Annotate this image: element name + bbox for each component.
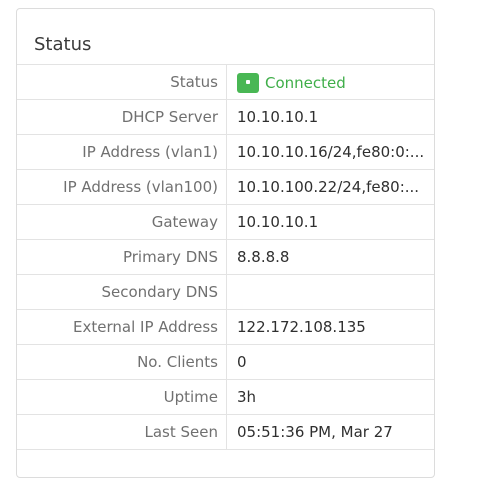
no-clients-value: 0: [237, 353, 247, 371]
secondary-dns-label: Secondary DNS: [101, 283, 219, 301]
uptime-label: Uptime: [163, 388, 218, 406]
primary-dns-row: Primary DNS 8.8.8.8: [17, 240, 434, 275]
status-text: Connected: [265, 73, 346, 92]
dhcp-server-value: 10.10.10.1: [237, 108, 319, 126]
panel-header: Status: [17, 9, 434, 65]
column-divider: [226, 100, 227, 134]
external-ip-value: 122.172.108.135: [237, 318, 366, 336]
dhcp-server-row: DHCP Server 10.10.10.1: [17, 100, 434, 135]
dhcp-server-label: DHCP Server: [121, 108, 218, 126]
primary-dns-label: Primary DNS: [122, 248, 218, 266]
column-divider: [226, 205, 227, 239]
ip-address-vlan100-label: IP Address (vlan100): [63, 178, 218, 196]
primary-dns-value: 8.8.8.8: [237, 248, 290, 266]
column-divider: [226, 275, 227, 309]
ip-address-vlan1-row: IP Address (vlan1) 10.10.10.16/24,fe80:0…: [17, 135, 434, 170]
panel-title: Status: [34, 34, 92, 55]
status-value: Connected: [237, 65, 346, 100]
column-divider: [226, 65, 227, 99]
column-divider: [226, 345, 227, 379]
uptime-value: 3h: [237, 388, 257, 406]
gateway-row: Gateway 10.10.10.1: [17, 205, 434, 240]
gateway-label: Gateway: [151, 213, 218, 231]
ip-address-vlan100-row: IP Address (vlan100) 10.10.100.22/24,fe8…: [17, 170, 434, 205]
column-divider: [226, 415, 227, 449]
column-divider: [226, 380, 227, 414]
external-ip-label: External IP Address: [73, 318, 218, 336]
uptime-row: Uptime 3h: [17, 380, 434, 415]
column-divider: [226, 135, 227, 169]
no-clients-label: No. Clients: [137, 353, 218, 371]
secondary-dns-row: Secondary DNS: [17, 275, 434, 310]
last-seen-value: 05:51:36 PM, Mar 27: [237, 423, 393, 441]
column-divider: [226, 240, 227, 274]
column-divider: [226, 170, 227, 204]
last-seen-row: Last Seen 05:51:36 PM, Mar 27: [17, 415, 434, 450]
ip-address-vlan1-label: IP Address (vlan1): [82, 143, 218, 161]
status-panel: Status Status Connected DHCP Server 10.1…: [16, 8, 435, 478]
no-clients-row: No. Clients 0: [17, 345, 434, 380]
status-label: Status: [170, 73, 218, 91]
status-row: Status Connected: [17, 65, 434, 100]
gateway-value: 10.10.10.1: [237, 213, 319, 231]
connected-status-icon: [237, 72, 259, 93]
last-seen-label: Last Seen: [144, 423, 219, 441]
ip-address-vlan100-value: 10.10.100.22/24,fe80:...: [237, 178, 420, 196]
ip-address-vlan1-value: 10.10.10.16/24,fe80:0:...: [237, 143, 425, 161]
external-ip-row: External IP Address 122.172.108.135: [17, 310, 434, 345]
column-divider: [226, 310, 227, 344]
